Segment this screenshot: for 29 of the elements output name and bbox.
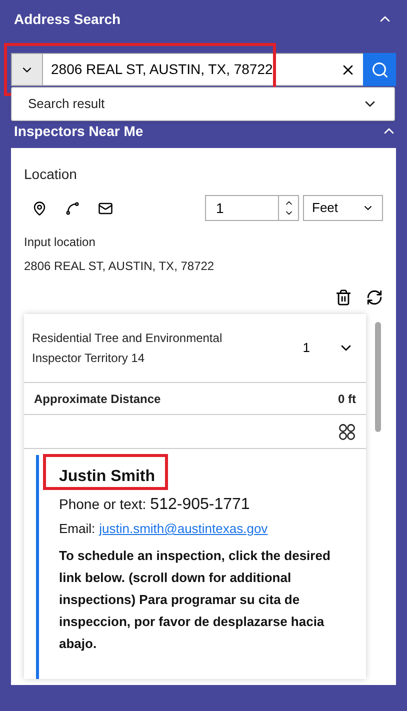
search-button[interactable] xyxy=(363,53,396,86)
result-count: 1 xyxy=(302,339,310,358)
grid-icon[interactable] xyxy=(338,422,356,440)
point-icon[interactable] xyxy=(32,200,47,216)
input-location-value: 2806 REAL ST, AUSTIN, TX, 78722 xyxy=(24,258,216,275)
unit-select[interactable]: Feet xyxy=(303,195,383,221)
schedule-note: To schedule an inspection, click the desired link below. (scroll down for additional inspections) Para programar su cita de inspeccion, por favor de desplazarse hacia abajo. xyxy=(59,546,332,653)
email-link[interactable]: justin.smith@austintexas.gov xyxy=(99,519,268,538)
phone-label: Phone or text: xyxy=(59,495,146,514)
search-result-dropdown[interactable]: Search result xyxy=(11,87,395,121)
section-title: Address Search xyxy=(14,10,121,28)
clear-button[interactable] xyxy=(333,53,363,86)
result-title: Residential Tree and Environmental Inspector Territory 14 xyxy=(32,330,224,367)
inspector-name: Justin Smith xyxy=(59,468,156,485)
distance-field[interactable]: 1 xyxy=(205,195,299,221)
refresh-icon xyxy=(366,289,383,306)
search-icon xyxy=(370,60,388,78)
phone-number: 512-905-1771 xyxy=(150,495,250,515)
distance-value: 0 ft xyxy=(338,390,356,408)
email-label: Email: xyxy=(59,520,96,538)
distance-label: Approximate Distance xyxy=(34,390,161,408)
address-field[interactable]: 2806 REAL ST, AUSTIN, TX, 78722 xyxy=(43,53,333,86)
input-location-label: Input location xyxy=(24,234,96,251)
refresh-button[interactable] xyxy=(366,289,383,306)
trash-icon xyxy=(335,289,352,306)
location-label: Location xyxy=(24,165,78,184)
delete-button[interactable] xyxy=(335,289,352,306)
section-title: Inspectors Near Me xyxy=(14,123,144,139)
polyline-icon[interactable] xyxy=(65,200,80,216)
